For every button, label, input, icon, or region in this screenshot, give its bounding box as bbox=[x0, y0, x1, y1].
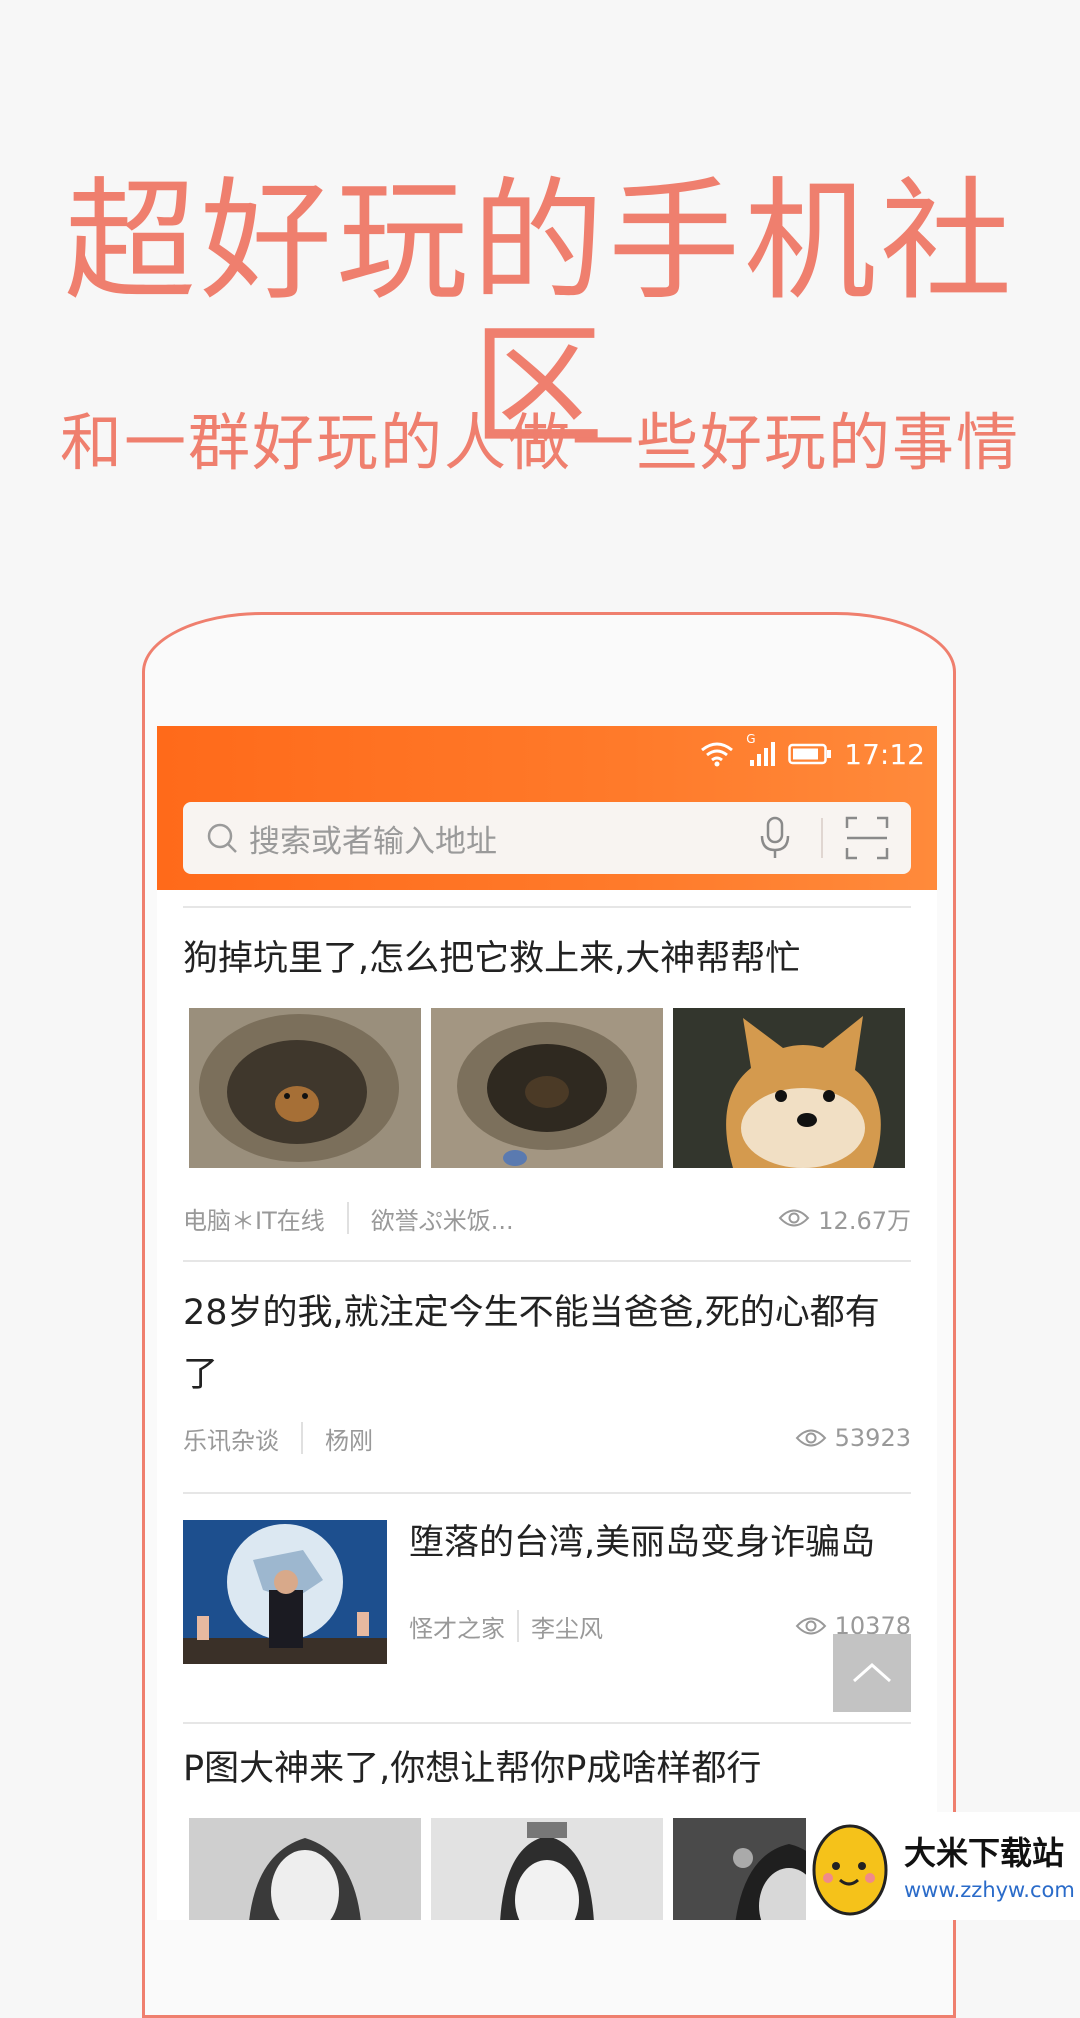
thumbnail-image[interactable] bbox=[183, 1520, 387, 1664]
eye-icon bbox=[795, 1617, 827, 1635]
thumbnail-image[interactable] bbox=[431, 1818, 663, 1920]
watermark-url: www.zzhyw.com bbox=[904, 1878, 1075, 1902]
view-count: 53923 bbox=[795, 1424, 911, 1452]
feed-item-source[interactable]: 怪才之家 bbox=[409, 1609, 505, 1644]
feed-item-title[interactable]: 堕落的台湾,美丽岛变身诈骗岛 bbox=[409, 1512, 875, 1574]
feed-item-source[interactable]: 电脑＊IT在线 bbox=[183, 1201, 325, 1236]
view-count: 12.67万 bbox=[778, 1201, 911, 1236]
thumbnail-image[interactable] bbox=[189, 1818, 421, 1920]
meta-divider bbox=[301, 1422, 303, 1454]
view-count-value: 12.67万 bbox=[818, 1206, 911, 1235]
top-bar: G 17:12 搜索或者输入地址 bbox=[157, 726, 937, 890]
feed-item-author[interactable]: 李尘风 bbox=[531, 1609, 603, 1644]
feed-item-images bbox=[183, 1008, 911, 1168]
watermark-name: 大米下载站 bbox=[904, 1834, 1065, 1872]
feed-item-meta: 电脑＊IT在线 欲誉ぷ米饭... 12.67万 bbox=[183, 1194, 911, 1242]
search-icon bbox=[207, 823, 237, 853]
phone-screen: G 17:12 搜索或者输入地址 狗掉坑里了,怎么把它救上来,大神帮帮忙 电脑＊… bbox=[157, 726, 937, 1920]
chevron-up-icon bbox=[853, 1662, 891, 1683]
feed-item-meta: 乐讯杂谈 杨刚 53923 bbox=[183, 1410, 911, 1466]
status-time: 17:12 bbox=[844, 737, 925, 771]
mascot-icon bbox=[812, 1824, 888, 1916]
eye-icon bbox=[795, 1429, 827, 1447]
feed-item-title[interactable]: P图大神来了,你想让帮你P成啥样都行 bbox=[183, 1738, 911, 1800]
eye-icon bbox=[778, 1209, 810, 1227]
feed-item[interactable]: 狗掉坑里了,怎么把它救上来,大神帮帮忙 电脑＊IT在线 欲誉ぷ米饭... 12.… bbox=[183, 908, 911, 1260]
feed-item-title[interactable]: 狗掉坑里了,怎么把它救上来,大神帮帮忙 bbox=[183, 928, 911, 990]
feed-item-author[interactable]: 欲誉ぷ米饭... bbox=[371, 1201, 514, 1236]
thumbnail-image[interactable] bbox=[189, 1008, 421, 1168]
status-bar: G 17:12 bbox=[700, 732, 925, 774]
signal-icon: G bbox=[746, 732, 776, 768]
meta-divider bbox=[346, 1202, 349, 1234]
search-divider bbox=[821, 818, 823, 858]
feed-item-title[interactable]: 28岁的我,就注定今生不能当爸爸,死的心都有了 bbox=[183, 1282, 911, 1406]
feed-item[interactable]: P图大神来了,你想让帮你P成啥样都行 bbox=[183, 1724, 911, 1920]
feed-item[interactable]: 堕落的台湾,美丽岛变身诈骗岛 怪才之家 李尘风 10378 bbox=[183, 1494, 911, 1692]
feed-item-images bbox=[183, 1818, 911, 1920]
feed-item[interactable]: 28岁的我,就注定今生不能当爸爸,死的心都有了 乐讯杂谈 杨刚 53923 bbox=[183, 1262, 911, 1492]
wifi-icon bbox=[700, 741, 734, 767]
feed-item-source[interactable]: 乐讯杂谈 bbox=[183, 1421, 279, 1456]
microphone-icon[interactable] bbox=[755, 815, 795, 861]
search-bar[interactable]: 搜索或者输入地址 bbox=[183, 802, 911, 874]
scan-icon[interactable] bbox=[845, 816, 889, 860]
thumbnail-image[interactable] bbox=[673, 1008, 905, 1168]
feed-item-author[interactable]: 杨刚 bbox=[325, 1421, 373, 1456]
watermark-logo: 大米下载站 www.zzhyw.com bbox=[806, 1812, 1080, 1920]
view-count-value: 53923 bbox=[834, 1424, 911, 1452]
news-feed: 狗掉坑里了,怎么把它救上来,大神帮帮忙 电脑＊IT在线 欲誉ぷ米饭... 12.… bbox=[183, 906, 911, 1920]
battery-icon bbox=[788, 742, 832, 766]
promo-subline: 和一群好玩的人做一些好玩的事情 bbox=[59, 406, 1020, 479]
search-input[interactable]: 搜索或者输入地址 bbox=[249, 816, 755, 861]
meta-divider bbox=[517, 1610, 519, 1642]
network-type: G bbox=[746, 732, 756, 746]
thumbnail-image[interactable] bbox=[431, 1008, 663, 1168]
back-to-top-button[interactable] bbox=[833, 1634, 911, 1712]
